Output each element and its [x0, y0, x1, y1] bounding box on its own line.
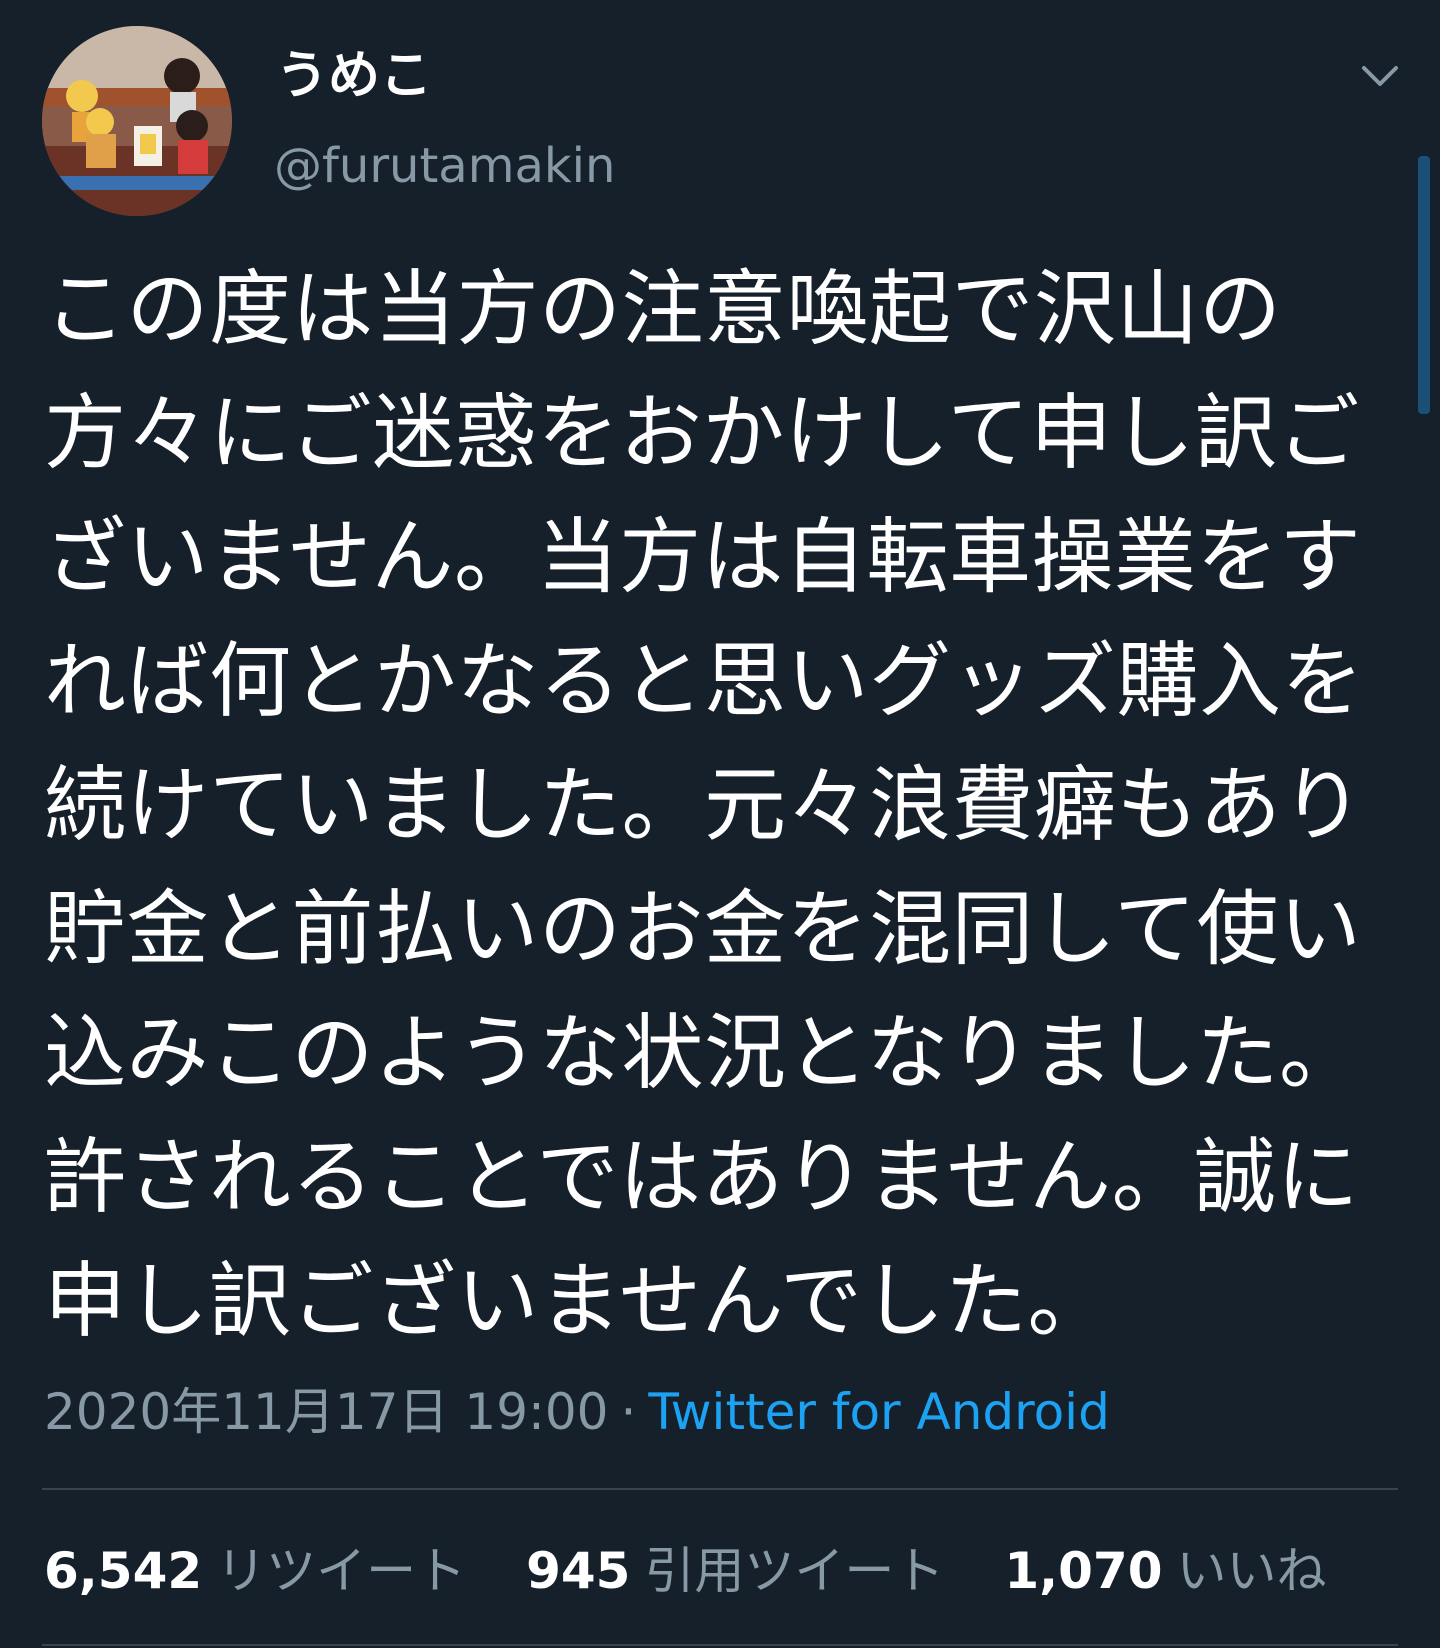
retweets-label: リツイート [216, 1542, 467, 1600]
tweet-text: この度は当方の注意喚起で沢山の方々にご迷惑をおかけして申し訳ございません。当方は… [44, 262, 1365, 1349]
scrollbar[interactable] [1418, 156, 1430, 414]
divider [42, 1644, 1398, 1646]
chevron-down-icon[interactable] [1356, 56, 1404, 96]
avatar[interactable] [42, 26, 232, 216]
divider [42, 1488, 1398, 1490]
user-handle[interactable]: @furutamakin [274, 134, 615, 198]
likes-stat[interactable]: 1,070 いいね [1004, 1536, 1326, 1606]
retweets-count: 6,542 [44, 1542, 203, 1600]
quotes-count: 945 [526, 1542, 631, 1600]
tweet-source-link[interactable]: Twitter for Android [648, 1383, 1109, 1441]
tweet-detail: うめこ @furutamakin この度は当方の注意喚起で沢山の方々にご迷惑をお… [0, 0, 1440, 1648]
retweets-stat[interactable]: 6,542 リツイート [44, 1536, 466, 1606]
likes-label: いいね [1176, 1542, 1327, 1600]
display-name[interactable]: うめこ [276, 40, 432, 112]
quotes-stat[interactable]: 945 引用ツイート [526, 1536, 944, 1606]
tweet-meta: 2020年11月17日 19:00 · Twitter for Android [44, 1380, 1110, 1444]
tweet-stats: 6,542 リツイート 945 引用ツイート 1,070 いいね [44, 1536, 1371, 1606]
likes-count: 1,070 [1004, 1542, 1163, 1600]
tweet-timestamp[interactable]: 2020年11月17日 19:00 [44, 1383, 608, 1441]
meta-separator: · [620, 1383, 637, 1441]
avatar-image [42, 26, 232, 216]
quotes-label: 引用ツイート [644, 1542, 945, 1600]
